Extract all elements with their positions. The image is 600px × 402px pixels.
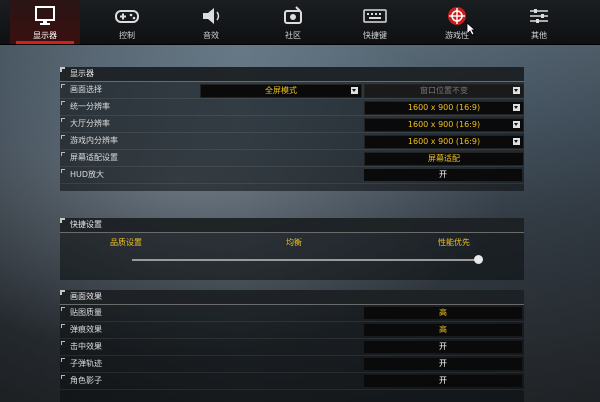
tab-label: 其他 <box>531 31 547 40</box>
slider-handle[interactable] <box>473 255 483 264</box>
effect-row: 贴图质量 高 <box>60 305 524 322</box>
chevron-down-icon <box>513 121 520 128</box>
community-icon <box>284 6 302 24</box>
speaker-icon <box>203 8 220 24</box>
screen-mode-row: 画面选择 全屏模式 窗口位置不变 <box>60 82 524 99</box>
sliders-icon <box>530 9 548 23</box>
hud-scale-row: HUD放大 开 <box>60 167 524 184</box>
resolution-row: 大厅分辨率 1600 x 900 (16:9) <box>60 116 524 133</box>
tab-hotkeys[interactable]: 快捷键 <box>340 0 410 44</box>
setting-label: 贴图质量 <box>61 305 102 321</box>
setting-label: 画面选择 <box>61 82 102 98</box>
display-panel: 显示器 画面选择 全屏模式 窗口位置不变 统一分辨率 1600 x 900 (1… <box>60 67 524 191</box>
section-title: 画面效果 <box>60 290 524 305</box>
hit-effect-toggle[interactable]: 开 <box>364 341 522 353</box>
setting-label: 大厅分辨率 <box>61 116 110 132</box>
effect-row: 击中效果 开 <box>60 339 524 356</box>
chevron-down-icon <box>351 87 358 94</box>
bullet-trail-toggle[interactable]: 开 <box>364 358 522 370</box>
screen-adapt-button[interactable]: 屏幕适配 <box>364 152 524 166</box>
setting-label: 弹痕效果 <box>61 322 102 338</box>
effect-row: 子弹轨迹 开 <box>60 356 524 373</box>
dropdown-value: 窗口位置不变 <box>420 86 468 95</box>
resolution-dropdown[interactable]: 1600 x 900 (16:9) <box>364 118 524 132</box>
effect-row: 角色影子 开 <box>60 373 524 390</box>
dropdown-value: 全屏模式 <box>265 86 297 95</box>
setting-label: HUD放大 <box>60 167 104 183</box>
gamepad-icon <box>115 10 139 23</box>
active-indicator <box>16 41 74 44</box>
setting-label: 击中效果 <box>61 339 102 355</box>
dropdown-value: 1600 x 900 (16:9) <box>407 103 481 112</box>
tab-other[interactable]: 其他 <box>504 0 574 44</box>
tab-label: 音效 <box>203 31 219 40</box>
bullet-hole-toggle[interactable]: 高 <box>364 324 522 336</box>
tab-controls[interactable]: 控制 <box>92 0 162 44</box>
texture-quality-toggle[interactable]: 高 <box>364 307 522 319</box>
tab-display[interactable]: 显示器 <box>10 0 80 44</box>
chevron-down-icon <box>513 87 520 94</box>
screen-adapt-row: 屏幕适配设置 屏幕适配 <box>60 150 524 167</box>
resolution-dropdown[interactable]: 1600 x 900 (16:9) <box>364 135 524 149</box>
hud-scale-toggle[interactable]: 开 <box>364 169 522 181</box>
keyboard-icon <box>363 9 387 23</box>
tab-community[interactable]: 社区 <box>258 0 328 44</box>
tab-label: 社区 <box>285 31 301 40</box>
setting-label: 屏幕适配设置 <box>61 150 118 166</box>
setting-label: 统一分辨率 <box>61 99 110 115</box>
chevron-down-icon <box>513 138 520 145</box>
mouse-cursor-icon <box>466 22 476 36</box>
slider-label-performance: 性能优先 <box>438 238 470 247</box>
effects-panel: 画面效果 贴图质量 高 弹痕效果 高 击中效果 开 子弹轨迹 开 角色影子 开 <box>60 290 524 402</box>
quality-slider[interactable]: 品质设置 均衡 性能优先 <box>60 233 524 269</box>
section-title: 快捷设置 <box>60 218 524 233</box>
tab-label: 快捷键 <box>363 31 387 40</box>
quick-settings-panel: 快捷设置 品质设置 均衡 性能优先 <box>60 218 524 280</box>
window-position-dropdown: 窗口位置不变 <box>364 84 524 98</box>
setting-label: 角色影子 <box>61 373 102 389</box>
setting-label: 游戏内分辨率 <box>61 133 118 149</box>
slider-track[interactable] <box>132 259 478 261</box>
chevron-down-icon <box>513 104 520 111</box>
resolution-dropdown[interactable]: 1600 x 900 (16:9) <box>364 101 524 115</box>
slider-label-quality: 品质设置 <box>110 238 142 247</box>
tab-gameplay[interactable]: 游戏性 <box>422 0 492 44</box>
setting-label: 子弹轨迹 <box>61 356 102 372</box>
tab-label: 游戏性 <box>445 31 469 40</box>
tab-label: 显示器 <box>33 31 57 40</box>
dropdown-value: 1600 x 900 (16:9) <box>407 120 481 129</box>
section-title: 显示器 <box>60 67 524 82</box>
resolution-row: 游戏内分辨率 1600 x 900 (16:9) <box>60 133 524 150</box>
screen-mode-dropdown[interactable]: 全屏模式 <box>200 84 362 98</box>
resolution-row: 统一分辨率 1600 x 900 (16:9) <box>60 99 524 116</box>
monitor-icon <box>35 6 55 25</box>
slider-label-balanced: 均衡 <box>286 238 302 247</box>
character-shadow-toggle[interactable]: 开 <box>364 375 522 387</box>
top-nav: 显示器 控制 音效 社区 快捷键 游戏性 其他 <box>0 0 600 45</box>
effect-row: 弹痕效果 高 <box>60 322 524 339</box>
tab-sound[interactable]: 音效 <box>176 0 246 44</box>
tab-label: 控制 <box>119 31 135 40</box>
dropdown-value: 1600 x 900 (16:9) <box>407 137 481 146</box>
